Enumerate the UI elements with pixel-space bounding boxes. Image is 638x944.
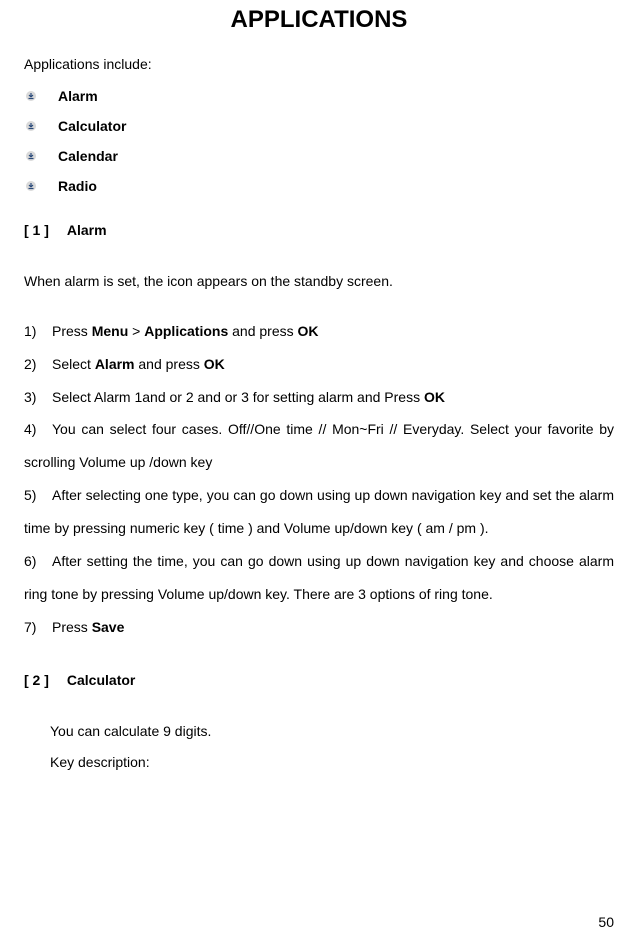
section-1-steps: 1)Press Menu > Applications and press OK… <box>24 315 614 644</box>
step-7: 7)Press Save <box>24 611 614 644</box>
step-2: 2)Select Alarm and press OK <box>24 348 614 381</box>
section-label: Alarm <box>67 222 107 238</box>
step-text: Press <box>52 323 92 339</box>
section-1-heading: [ 1 ] Alarm <box>24 222 614 238</box>
step-text: Press <box>52 619 92 635</box>
applications-list: Alarm Calculator Calendar Rad <box>24 88 614 194</box>
list-item-label: Calendar <box>58 148 118 164</box>
step-1: 1)Press Menu > Applications and press OK <box>24 315 614 348</box>
step-text: After selecting one type, you can go dow… <box>24 487 614 536</box>
section-2-line1: You can calculate 9 digits. <box>50 716 614 747</box>
section-1-description: When alarm is set, the icon appears on t… <box>24 266 614 297</box>
intro-text: Applications include: <box>24 56 614 72</box>
section-2-heading: [ 2 ] Calculator <box>24 672 614 688</box>
step-4: 4)You can select four cases. Off//One ti… <box>24 413 614 479</box>
list-item: Radio <box>24 178 614 194</box>
section-2-line2: Key description: <box>50 747 614 778</box>
section-number: [ 1 ] <box>24 222 49 238</box>
list-item: Calculator <box>24 118 614 134</box>
download-arrow-icon <box>26 121 36 131</box>
download-arrow-icon <box>26 151 36 161</box>
step-5: 5)After selecting one type, you can go d… <box>24 479 614 545</box>
step-text-bold: Save <box>92 619 125 635</box>
step-text-bold: Applications <box>144 323 228 339</box>
list-item: Calendar <box>24 148 614 164</box>
step-text: Select <box>52 356 95 372</box>
step-text: and press <box>135 356 204 372</box>
section-label: Calculator <box>67 672 135 688</box>
step-text-bold: Alarm <box>95 356 135 372</box>
page-title: APPLICATIONS <box>24 6 614 34</box>
step-text: After setting the time, you can go down … <box>24 553 614 602</box>
step-text: Select Alarm 1and or 2 and or 3 for sett… <box>52 389 424 405</box>
step-text-bold: OK <box>204 356 225 372</box>
step-text: > <box>128 323 144 339</box>
download-arrow-icon <box>26 91 36 101</box>
step-text-bold: OK <box>424 389 445 405</box>
step-text: You can select four cases. Off//One time… <box>24 421 614 470</box>
list-item-label: Radio <box>58 178 97 194</box>
download-arrow-icon <box>26 181 36 191</box>
page-number: 50 <box>598 914 614 930</box>
step-text-bold: Menu <box>92 323 129 339</box>
step-3: 3)Select Alarm 1and or 2 and or 3 for se… <box>24 381 614 414</box>
list-item-label: Alarm <box>58 88 98 104</box>
list-item: Alarm <box>24 88 614 104</box>
step-text: and press <box>228 323 297 339</box>
section-number: [ 2 ] <box>24 672 49 688</box>
step-6: 6)After setting the time, you can go dow… <box>24 545 614 611</box>
step-text-bold: OK <box>298 323 319 339</box>
list-item-label: Calculator <box>58 118 126 134</box>
